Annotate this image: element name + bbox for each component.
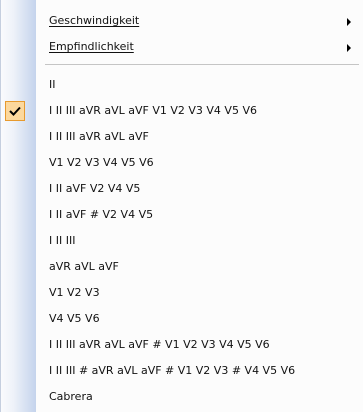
- menu-item-label: I II aVF # V2 V4 V5: [49, 208, 154, 221]
- menu-item-lead-config[interactable]: II: [1, 74, 363, 96]
- menu-item-lead-config[interactable]: I II aVF V2 V4 V5: [1, 178, 363, 200]
- checkmark-icon: [9, 106, 21, 116]
- context-menu: Geschwindigkeit Empfindlichkeit II I II …: [0, 0, 363, 412]
- menu-item-label: Empfindlichkeit: [49, 40, 134, 53]
- menu-item-label: I II III aVR aVL aVF: [49, 130, 149, 143]
- menu-item-lead-config[interactable]: I II III # aVR aVL aVF # V1 V2 V3 # V4 V…: [1, 360, 363, 382]
- checked-indicator: [5, 101, 25, 121]
- menu-item-lead-config-checked[interactable]: I II III aVR aVL aVF V1 V2 V3 V4 V5 V6: [1, 100, 363, 122]
- menu-item-lead-config[interactable]: I II III: [1, 230, 363, 252]
- menu-item-label: aVR aVL aVF: [49, 260, 119, 273]
- menu-separator: [45, 64, 359, 65]
- menu-item-lead-config[interactable]: I II aVF # V2 V4 V5: [1, 204, 363, 226]
- menu-item-lead-config[interactable]: I II III aVR aVL aVF: [1, 126, 363, 148]
- menu-item-label: I II aVF V2 V4 V5: [49, 182, 141, 195]
- menu-item-label: V1 V2 V3 V4 V5 V6: [49, 156, 154, 169]
- menu-item-lead-config[interactable]: I II III aVR aVL aVF # V1 V2 V3 V4 V5 V6: [1, 334, 363, 356]
- menu-item-label: I II III aVR aVL aVF V1 V2 V3 V4 V5 V6: [49, 104, 257, 117]
- menu-item-lead-config[interactable]: V1 V2 V3: [1, 282, 363, 304]
- menu-item-geschwindigkeit[interactable]: Geschwindigkeit: [1, 10, 363, 32]
- submenu-arrow-icon: [347, 18, 351, 26]
- menu-item-lead-config[interactable]: V4 V5 V6: [1, 308, 363, 330]
- menu-item-empfindlichkeit[interactable]: Empfindlichkeit: [1, 36, 363, 58]
- menu-item-label: V1 V2 V3: [49, 286, 100, 299]
- menu-item-label: I II III: [49, 234, 76, 247]
- menu-item-label: I II III # aVR aVL aVF # V1 V2 V3 # V4 V…: [49, 364, 296, 377]
- menu-item-cabrera[interactable]: Cabrera: [1, 386, 363, 408]
- menu-item-label: II: [49, 78, 56, 91]
- menu-item-label: V4 V5 V6: [49, 312, 100, 325]
- menu-item-label: I II III aVR aVL aVF # V1 V2 V3 V4 V5 V6: [49, 338, 270, 351]
- menu-item-lead-config[interactable]: V1 V2 V3 V4 V5 V6: [1, 152, 363, 174]
- menu-item-lead-config[interactable]: aVR aVL aVF: [1, 256, 363, 278]
- menu-item-label: Geschwindigkeit: [49, 14, 140, 27]
- submenu-arrow-icon: [347, 44, 351, 52]
- menu-item-label: Cabrera: [49, 390, 93, 403]
